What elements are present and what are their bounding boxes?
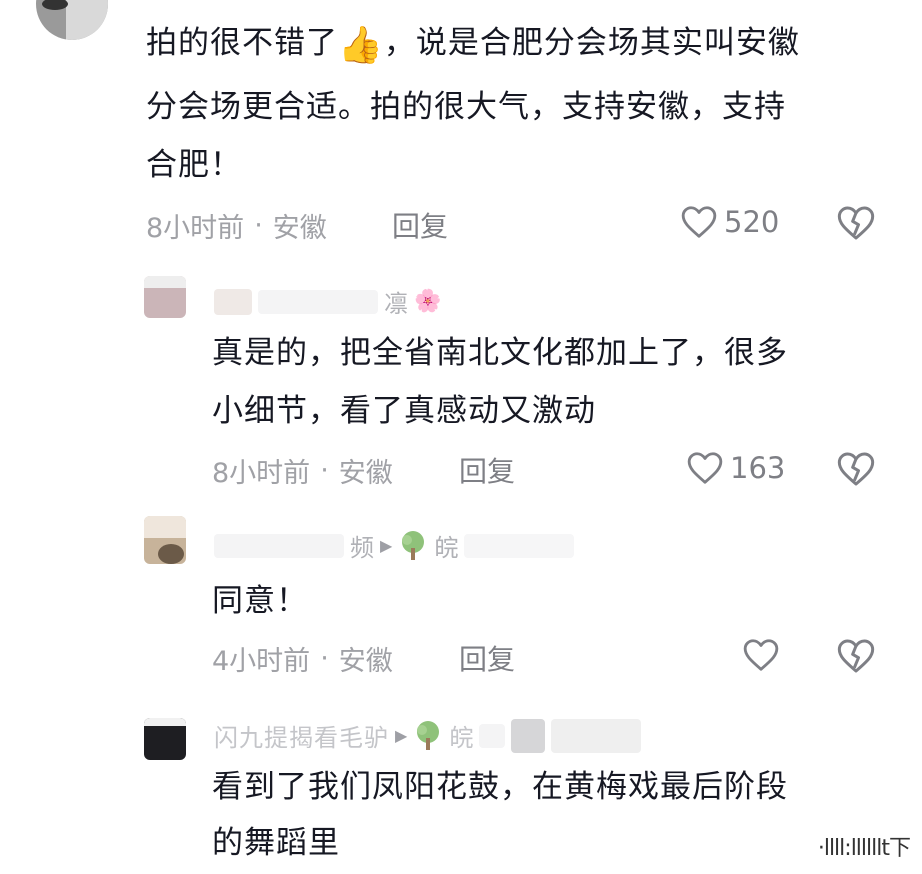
avatar[interactable]: [144, 516, 186, 564]
username-blurred: [214, 533, 344, 558]
broken-heart-icon[interactable]: [836, 637, 876, 675]
username-blurred: [551, 718, 642, 753]
comment-text: 小细节，看了真感动又激动: [212, 393, 596, 429]
heart-outline-icon: [681, 206, 717, 238]
like-button[interactable]: [742, 637, 786, 673]
like-count: 520: [724, 205, 780, 239]
watermark: ·llll:llllllt下: [811, 828, 916, 864]
comment-location: 安徽: [338, 458, 393, 489]
comment-location: 安徽: [272, 213, 327, 244]
comment-time: 4小时前: [212, 646, 311, 677]
avatar[interactable]: [144, 276, 186, 318]
broken-heart-icon[interactable]: [836, 450, 876, 488]
meta-separator: ·: [320, 455, 329, 486]
flower-emoji: 🌸: [414, 289, 442, 314]
play-arrow-icon: ▶: [380, 536, 393, 555]
comment-meta: 8小时前 · 安徽: [146, 206, 327, 245]
comment-text: 同意！: [212, 583, 308, 619]
username-blurred: [214, 288, 252, 315]
username-fragment: 闪九提揭看毛驴: [214, 724, 389, 752]
play-arrow-icon: ▶: [395, 726, 408, 745]
comment-text: 拍的很不错了👍，说是合肥分会场其实叫安徽: [146, 25, 800, 66]
reply-to-fragment: 皖: [434, 534, 459, 562]
username-fragment: 频: [350, 534, 374, 562]
heart-outline-icon: [687, 452, 723, 484]
username[interactable]: 凛 🌸: [214, 284, 441, 319]
like-button[interactable]: 520: [680, 204, 779, 240]
thumbs-up-emoji: 👍: [338, 25, 384, 66]
comment-location: 安徽: [338, 646, 393, 677]
comment-text: 合肥！: [146, 147, 242, 183]
comment-time: 8小时前: [146, 213, 245, 244]
like-count: 163: [730, 451, 786, 485]
comment-time: 8小时前: [212, 458, 311, 489]
meta-separator: ·: [320, 643, 329, 674]
comment-meta: 8小时前 · 安徽: [212, 451, 393, 490]
reply-button[interactable]: 回复: [392, 205, 448, 245]
reply-to-fragment: 皖: [449, 724, 474, 752]
comment-text: 看到了我们凤阳花鼓，在黄梅戏最后阶段: [212, 769, 788, 805]
like-button[interactable]: 163: [686, 450, 785, 486]
username-blurred: [511, 718, 546, 753]
avatar[interactable]: [144, 718, 186, 760]
tree-icon: [402, 530, 425, 560]
reply-button[interactable]: 回复: [459, 450, 515, 490]
username[interactable]: 闪九提揭看毛驴 ▶ 皖: [214, 718, 642, 753]
tree-icon: [417, 720, 440, 750]
username-blurred: [479, 723, 506, 748]
comment-text: 真是的，把全省南北文化都加上了，很多: [212, 335, 788, 371]
username[interactable]: 频 ▶ 皖: [214, 528, 575, 563]
avatar[interactable]: [36, 0, 108, 40]
username-blurred: [258, 289, 378, 314]
comment-meta: 4小时前 · 安徽: [212, 639, 393, 678]
comment-text: 分会场更合适。拍的很大气，支持安徽，支持: [146, 89, 786, 125]
broken-heart-icon[interactable]: [836, 204, 876, 242]
reply-button[interactable]: 回复: [459, 638, 515, 678]
heart-outline-icon: [743, 639, 779, 671]
username-blurred: [464, 533, 575, 558]
meta-separator: ·: [254, 210, 263, 241]
comment-text: 的舞蹈里: [212, 825, 340, 861]
username-fragment: 凛: [384, 290, 408, 318]
